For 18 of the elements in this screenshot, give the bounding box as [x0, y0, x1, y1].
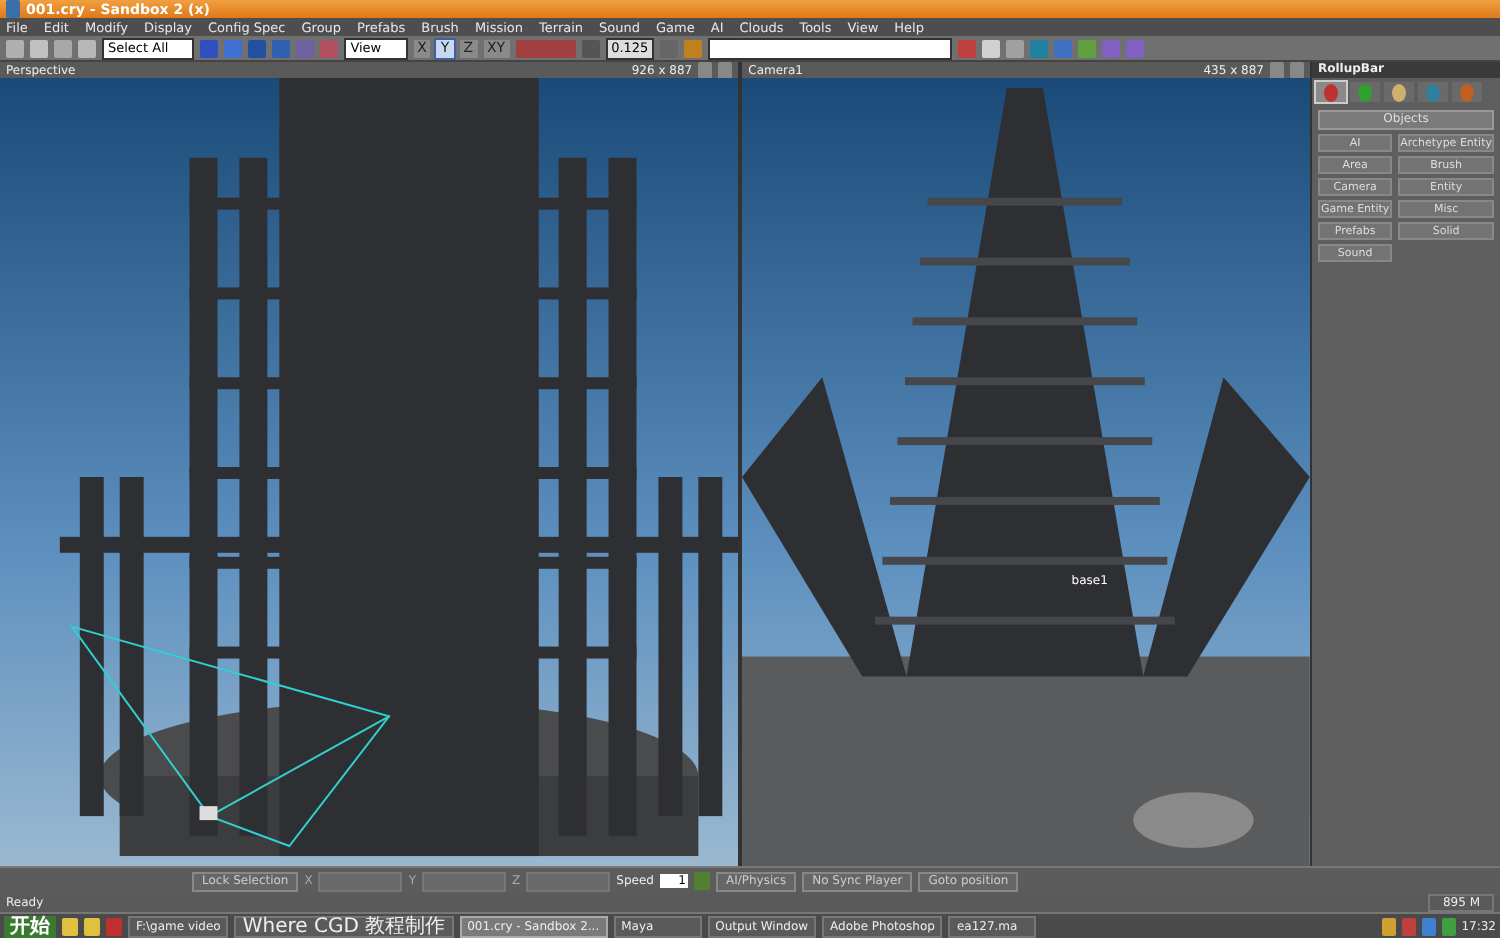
coordinate-field[interactable] — [526, 871, 611, 891]
tab-icon — [1324, 83, 1338, 101]
panel-tab[interactable] — [1316, 82, 1346, 102]
start-button[interactable]: 开始 — [4, 915, 56, 937]
coordinate-field[interactable] — [422, 871, 507, 891]
panel-tab[interactable] — [1452, 82, 1482, 102]
tab-icon — [1358, 83, 1372, 101]
app-icon — [6, 0, 20, 18]
tab-icon — [1460, 83, 1474, 101]
taskbar-button[interactable]: Where CGD 教程制作 — [234, 915, 454, 937]
panel-tab[interactable] — [1350, 82, 1380, 102]
tab-icon — [1426, 83, 1440, 101]
search-field[interactable] — [708, 37, 953, 59]
tab-icon — [1392, 83, 1406, 101]
coordinate-field[interactable] — [318, 871, 403, 891]
panel-tab[interactable] — [1384, 82, 1414, 102]
rock-drawing — [1133, 792, 1254, 849]
panel-tab[interactable] — [1418, 82, 1448, 102]
